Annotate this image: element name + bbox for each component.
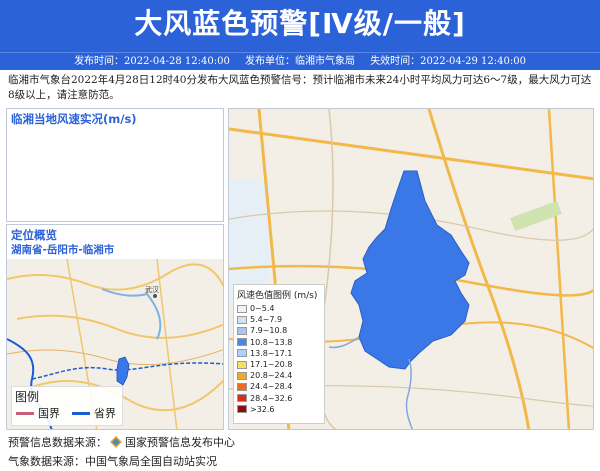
legend-item: 5.4~7.9 xyxy=(237,314,324,325)
boundary-legend-row: 国界 省界 xyxy=(16,405,122,421)
legend-swatch xyxy=(237,349,247,358)
diamond-logo-icon xyxy=(110,436,122,448)
legend-label: 10.8~13.8 xyxy=(250,337,293,347)
issuer: 发布单位：临湘市气象局 xyxy=(245,56,355,67)
wuhan-label: 武汉 xyxy=(145,285,159,294)
legend-item: 17.1~20.8 xyxy=(237,359,324,370)
legend-title: 风速色值图例 (m/s) xyxy=(237,291,318,301)
legend-item: 10.8~13.8 xyxy=(237,337,324,348)
wind-panel-title: 临湘当地风速实况(m/s) xyxy=(11,112,137,126)
legend-label: 7.9~10.8 xyxy=(250,326,288,336)
warning-source-name[interactable]: 国家预警信息发布中心 xyxy=(125,434,235,450)
legend-item: 20.8~24.4 xyxy=(237,370,324,381)
legend-label: 28.4~32.6 xyxy=(250,393,293,403)
expire-time: 失效时间：2022-04-29 12:40:00 xyxy=(370,56,526,67)
wind-speed-legend: 风速色值图例 (m/s) 0~5.4 5.4~7.9 7.9~10.8 10.8… xyxy=(233,284,325,424)
legend-label: 5.4~7.9 xyxy=(250,315,283,325)
legend-swatch xyxy=(237,405,247,414)
legend-swatch xyxy=(237,326,247,335)
weather-source: 气象数据来源：中国气象局全国自动站实况 xyxy=(8,455,217,468)
legend-item: 0~5.4 xyxy=(237,303,324,314)
legend-swatch xyxy=(237,382,247,391)
legend-item: 24.4~28.4 xyxy=(237,381,324,392)
page-title: 大风蓝色预警[Ⅳ级/一般] xyxy=(134,7,466,40)
warning-description: 临湘市气象台2022年4月28日12时40分发布大风蓝色预警信号：预计临湘市未来… xyxy=(8,74,592,101)
location-panel-title: 定位概览 xyxy=(11,228,57,242)
location-path: 湖南省-岳阳市-临湘市 xyxy=(11,244,115,256)
legend-item: 28.4~32.6 xyxy=(237,393,324,404)
boundary-legend-title: 图例 xyxy=(15,390,40,404)
warning-source-label: 预警信息数据来源： xyxy=(8,436,107,449)
wind-speed-panel: 临湘当地风速实况(m/s) xyxy=(6,108,224,222)
legend-swatch xyxy=(237,338,247,347)
legend-swatch xyxy=(237,304,247,313)
legend-item: 7.9~10.8 xyxy=(237,325,324,336)
national-border-label: 国界 xyxy=(38,407,60,420)
boundary-legend: 图例 国界 省界 xyxy=(11,386,123,426)
legend-label: >32.6 xyxy=(250,404,275,414)
legend-swatch xyxy=(237,371,247,380)
meta-bar: 发布时间：2022-04-28 12:40:00 发布单位：临湘市气象局 失效时… xyxy=(0,52,600,70)
legend-swatch xyxy=(237,315,247,324)
warning-source: 预警信息数据来源： 国家预警信息发布中心 xyxy=(8,434,235,450)
legend-label: 13.8~17.1 xyxy=(250,348,293,358)
legend-label: 24.4~28.4 xyxy=(250,382,293,392)
legend-swatch xyxy=(237,360,247,369)
legend-swatch xyxy=(237,394,247,403)
legend-label: 0~5.4 xyxy=(250,304,275,314)
legend-label: 17.1~20.8 xyxy=(250,360,293,370)
province-border-line xyxy=(72,411,90,415)
province-border-label: 省界 xyxy=(94,407,116,420)
issue-time: 发布时间：2022-04-28 12:40:00 xyxy=(74,56,230,67)
national-border-line xyxy=(16,411,34,415)
legend-item: 13.8~17.1 xyxy=(237,348,324,359)
header-bar: 大风蓝色预警[Ⅳ级/一般] xyxy=(0,0,600,52)
legend-item: >32.6 xyxy=(237,404,324,415)
legend-label: 20.8~24.4 xyxy=(250,371,293,381)
